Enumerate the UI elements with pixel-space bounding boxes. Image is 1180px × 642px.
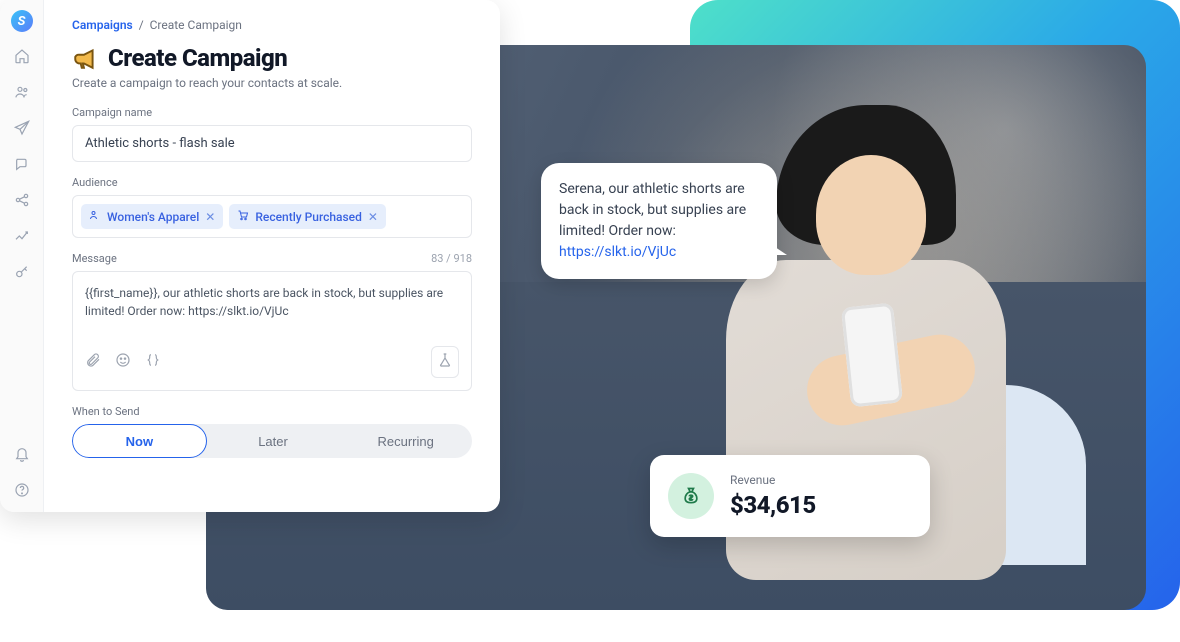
message-textarea[interactable]: {{first_name}}, our athletic shorts are … (72, 271, 472, 391)
cart-icon (237, 209, 249, 224)
option-recurring[interactable]: Recurring (339, 424, 472, 458)
breadcrumb-sep: / (139, 18, 144, 32)
breadcrumb: Campaigns / Create Campaign (72, 18, 472, 32)
audience-tag[interactable]: Women's Apparel ✕ (81, 204, 223, 229)
when-label: When to Send (72, 405, 472, 418)
paper-plane-icon[interactable] (14, 120, 30, 140)
page-title: Create Campaign (108, 44, 287, 72)
option-later[interactable]: Later (207, 424, 340, 458)
share-icon[interactable] (14, 192, 30, 212)
message-text: {{first_name}}, our athletic shorts are … (85, 284, 459, 338)
audience-label: Audience (72, 176, 472, 189)
tag-label: Women's Apparel (107, 210, 199, 224)
char-counter: 83 / 918 (431, 252, 472, 265)
audience-input[interactable]: Women's Apparel ✕ Recently Purchased ✕ (72, 195, 472, 238)
breadcrumb-root[interactable]: Campaigns (72, 18, 133, 32)
option-now[interactable]: Now (72, 424, 207, 458)
attachment-icon[interactable] (85, 352, 101, 372)
tag-label: Recently Purchased (255, 210, 362, 224)
campaign-name-input[interactable]: Athletic shorts - flash sale (72, 125, 472, 162)
help-icon[interactable] (14, 482, 30, 502)
people-icon (89, 209, 101, 224)
chart-icon[interactable] (14, 228, 30, 248)
people-icon[interactable] (14, 84, 30, 104)
logo-icon[interactable] (11, 10, 33, 32)
revenue-card: Revenue $34,615 (650, 455, 930, 537)
message-label: Message (72, 252, 117, 265)
page-subtitle: Create a campaign to reach your contacts… (72, 76, 472, 90)
money-bag-icon (668, 473, 714, 519)
phone-icon (841, 303, 903, 408)
emoji-icon[interactable] (115, 352, 131, 372)
app-window: Campaigns / Create Campaign Create Campa… (0, 0, 500, 512)
audience-tag[interactable]: Recently Purchased ✕ (229, 204, 386, 229)
close-icon[interactable]: ✕ (368, 210, 378, 224)
speech-link[interactable]: https://slkt.io/VjUc (559, 244, 676, 260)
flask-icon[interactable] (431, 346, 459, 378)
breadcrumb-current: Create Campaign (150, 18, 242, 32)
sidebar (0, 0, 44, 512)
when-segmented: Now Later Recurring (72, 424, 472, 458)
revenue-label: Revenue (730, 473, 816, 487)
bell-icon[interactable] (14, 446, 30, 466)
chat-icon[interactable] (14, 156, 30, 176)
variable-icon[interactable] (145, 352, 161, 372)
main-panel: Campaigns / Create Campaign Create Campa… (44, 0, 500, 512)
revenue-amount: $34,615 (730, 491, 816, 519)
campaign-name-label: Campaign name (72, 106, 472, 119)
speech-text: Serena, our athletic shorts are back in … (559, 181, 746, 239)
close-icon[interactable]: ✕ (205, 210, 215, 224)
speech-bubble: Serena, our athletic shorts are back in … (541, 163, 777, 279)
key-icon[interactable] (14, 264, 30, 284)
megaphone-icon (72, 45, 98, 71)
home-icon[interactable] (14, 48, 30, 68)
